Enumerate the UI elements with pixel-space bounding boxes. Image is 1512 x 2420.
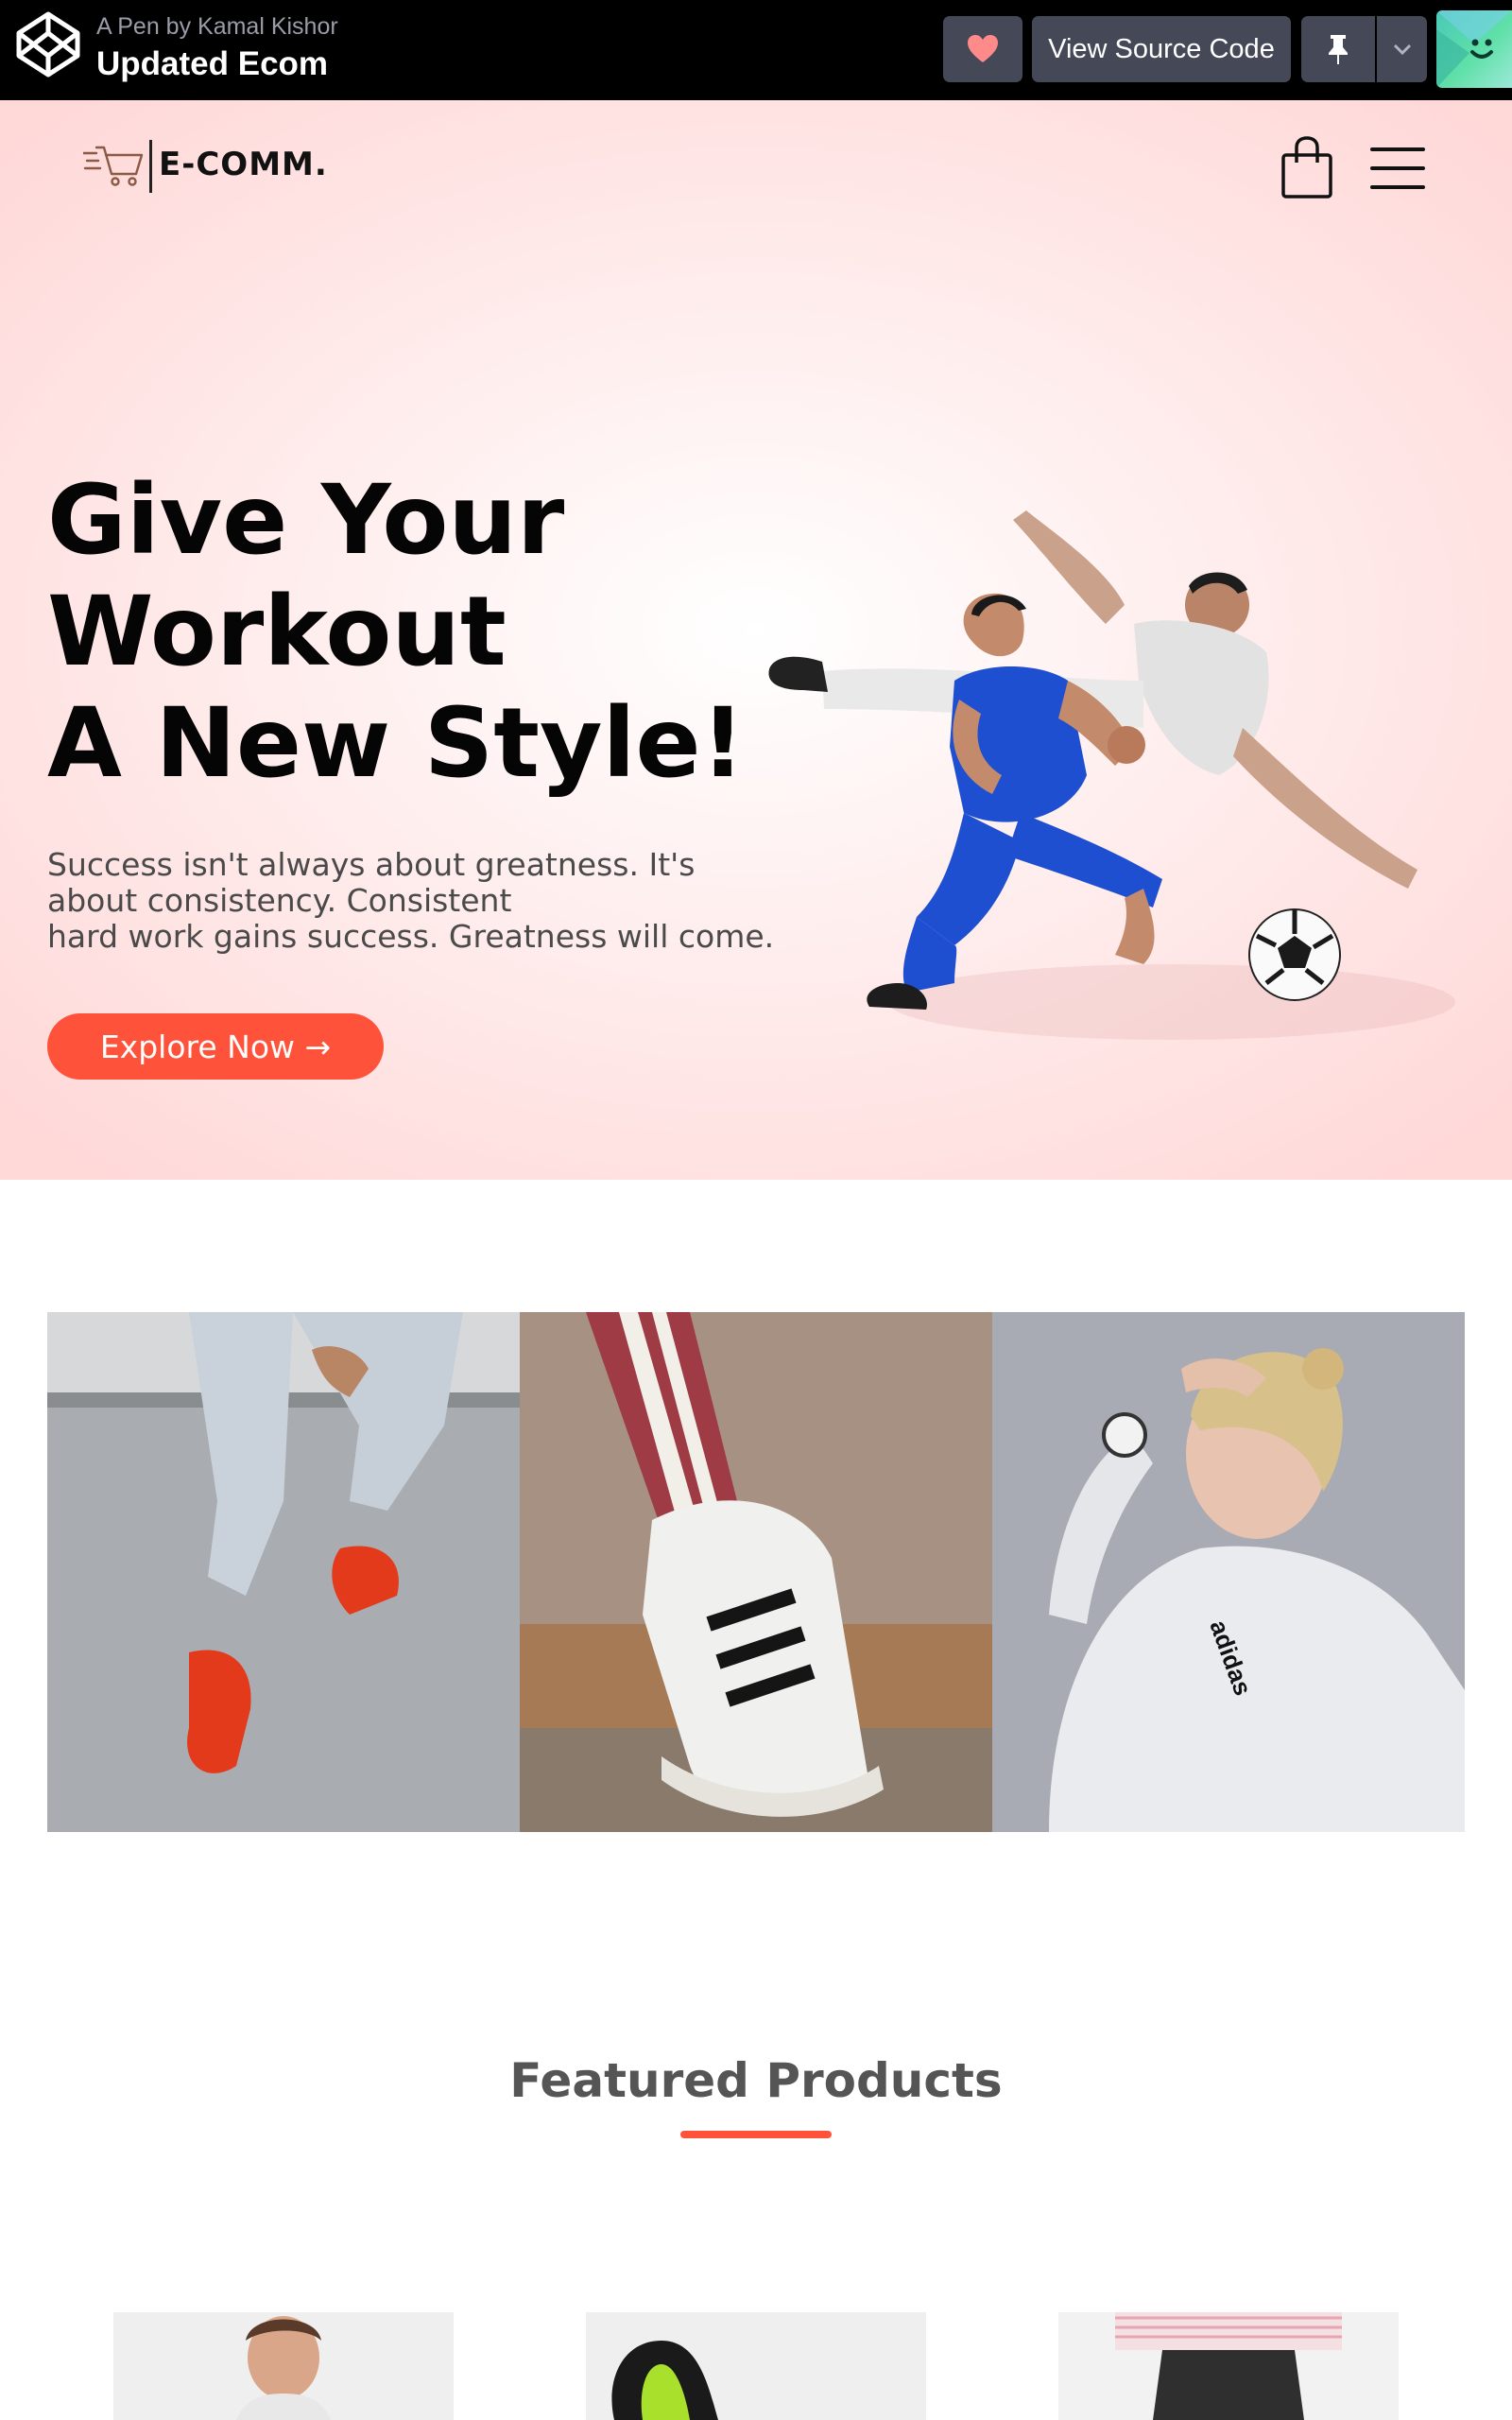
- category-image-sneakers[interactable]: [47, 1312, 520, 1832]
- hero-description: Success isn't always about greatness. It…: [47, 847, 775, 955]
- hero-text-line: about consistency. Consistent: [47, 882, 512, 919]
- shopping-bag-icon[interactable]: [1280, 136, 1334, 199]
- brand-logo[interactable]: E-COMM.: [159, 146, 328, 183]
- smiley-avatar-icon: [1436, 10, 1512, 88]
- category-image-sportswear[interactable]: adidas: [992, 1312, 1465, 1832]
- red-sneakers-image: [47, 1312, 520, 1832]
- like-button[interactable]: [943, 16, 1022, 82]
- user-avatar[interactable]: [1436, 10, 1512, 88]
- hero-title-line: Give Your: [47, 464, 565, 577]
- codepen-header: A Pen by Kamal Kishor Updated Ecom View …: [0, 0, 1512, 100]
- hero-title: Give Your Workout A New Style!: [47, 465, 765, 800]
- hero-title-line: A New Style!: [47, 687, 746, 800]
- logo-divider: [149, 140, 152, 193]
- pin-options-button[interactable]: [1377, 16, 1427, 82]
- white-sneaker-image: [520, 1312, 992, 1832]
- featured-products-heading: Featured Products: [509, 2053, 1003, 2108]
- pen-author[interactable]: A Pen by Kamal Kishor: [96, 13, 338, 41]
- hero-text-line: Success isn't always about greatness. It…: [47, 846, 696, 883]
- view-source-button[interactable]: View Source Code: [1032, 16, 1291, 82]
- heading-underline: [680, 2131, 832, 2138]
- pen-title: Updated Ecom: [96, 45, 329, 82]
- hero-footballers-image: [768, 510, 1455, 1040]
- codepen-logo-icon[interactable]: [13, 9, 83, 79]
- hero-title-line: Workout: [47, 576, 507, 688]
- product-image-trousers: [1058, 2312, 1399, 2420]
- hamburger-menu-icon[interactable]: [1370, 147, 1427, 191]
- product-image-man: [113, 2312, 454, 2420]
- featured-products-grid: [0, 2312, 1512, 2420]
- category-gallery: adidas: [47, 1312, 1465, 1832]
- heart-icon: [968, 35, 998, 62]
- product-card-shoes[interactable]: [586, 2312, 926, 2420]
- hero-text-line: hard work gains success. Greatness will …: [47, 918, 775, 955]
- woman-hoodie-image: adidas: [992, 1312, 1465, 1832]
- product-image-shoe: [586, 2312, 926, 2420]
- pin-icon: [1329, 35, 1348, 64]
- explore-now-button[interactable]: Explore Now →: [47, 1013, 384, 1080]
- product-card-shirt[interactable]: [113, 2312, 454, 2420]
- chevron-down-icon: [1393, 43, 1411, 55]
- pin-button[interactable]: [1301, 16, 1375, 82]
- category-image-superstar-shoes[interactable]: [520, 1312, 992, 1832]
- product-card-trousers[interactable]: [1058, 2312, 1399, 2420]
